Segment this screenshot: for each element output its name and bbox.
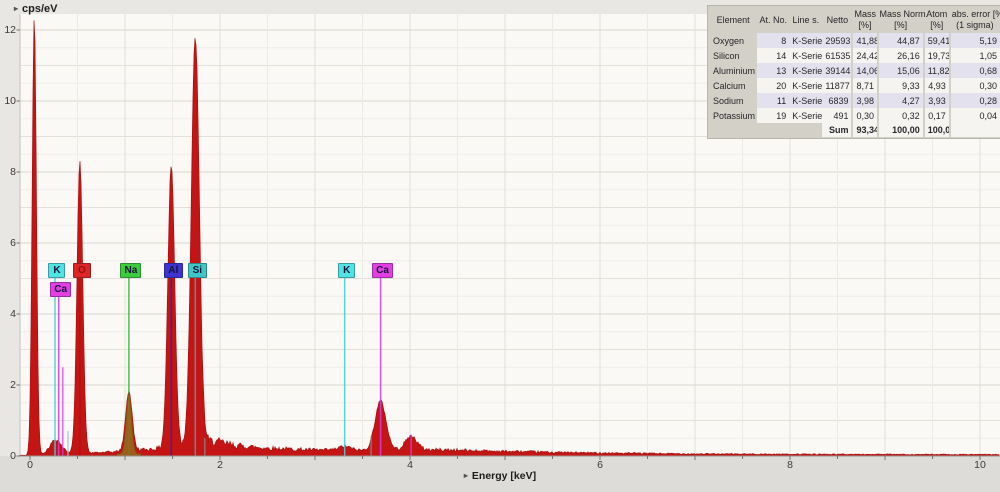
value-cell: 14 [757, 48, 789, 63]
value-cell: 19,73 [924, 48, 950, 63]
column-header: Netto [822, 7, 852, 33]
y-axis-title: ▸ cps/eV [14, 3, 57, 15]
y-tick-label: 4 [0, 308, 16, 320]
value-cell: K-Serie [789, 78, 822, 93]
value-cell: 9,33 [878, 78, 924, 93]
value-cell: 41,88 [852, 33, 877, 48]
quantification-table: ElementAt. No.Line s.NettoMass[%]Mass No… [707, 5, 1000, 139]
element-name-cell: Silicon [709, 48, 757, 63]
value-cell: 3,93 [924, 93, 950, 108]
element-name-cell: Aluminium [709, 63, 757, 78]
axis-arrow-icon: ▸ [14, 4, 18, 13]
element-name-cell: Calcium [709, 78, 757, 93]
x-axis-title-text: Energy [keV] [472, 470, 536, 482]
element-label-Potassium[interactable]: K [48, 263, 65, 278]
element-label-Silicon[interactable]: Si [188, 263, 207, 278]
value-cell: 11,82 [924, 63, 950, 78]
value-cell: 0,32 [878, 108, 924, 123]
eds-spectrum-window: 121086420 0246810 ▸cps/eV ▸Energy [keV] … [0, 0, 1000, 492]
element-name-cell: Sodium [709, 93, 757, 108]
value-cell: 14,06 [852, 63, 877, 78]
column-header: abs. error [%](1 sigma) [950, 7, 1000, 33]
element-label-Calcium[interactable]: Ca [372, 263, 393, 278]
value-cell: 59,41 [924, 33, 950, 48]
sum-value-cell: 100,00 [878, 123, 924, 137]
value-cell: 39144 [822, 63, 852, 78]
value-cell: 0,30 [852, 108, 877, 123]
table-row: Sodium11K-Serie68393,984,273,930,28 [709, 93, 1000, 108]
value-cell: K-Serie [789, 33, 822, 48]
value-cell: 0,68 [950, 63, 1000, 78]
element-label-Potassium[interactable]: K [338, 263, 355, 278]
value-cell: K-Serie [789, 93, 822, 108]
value-cell: 4,93 [924, 78, 950, 93]
value-cell: K-Serie [789, 48, 822, 63]
value-cell: 0,04 [950, 108, 1000, 123]
sum-value-cell [950, 123, 1000, 137]
value-cell: 1,05 [950, 48, 1000, 63]
element-name-cell: Potassium [709, 108, 757, 123]
value-cell: 5,19 [950, 33, 1000, 48]
value-cell: K-Serie [789, 108, 822, 123]
element-label-Oxygen[interactable]: O [73, 263, 91, 278]
sum-value-cell [709, 123, 757, 137]
value-cell: K-Serie [789, 63, 822, 78]
column-header: Atom[%] [924, 7, 950, 33]
value-cell: 3,98 [852, 93, 877, 108]
sum-value-cell: 100,00 [924, 123, 950, 137]
table-row: Aluminium13K-Serie3914414,0615,0611,820,… [709, 63, 1000, 78]
value-cell: 8,71 [852, 78, 877, 93]
column-header: Line s. [789, 7, 822, 33]
element-label-Sodium[interactable]: Na [120, 263, 141, 278]
column-header: Mass[%] [852, 7, 877, 33]
y-tick-label: 0 [0, 450, 16, 462]
y-axis-title-text: cps/eV [22, 3, 57, 15]
axis-arrow-icon: ▸ [464, 471, 468, 480]
value-cell: 13 [757, 63, 789, 78]
x-axis-title: ▸ Energy [keV] [0, 470, 1000, 482]
column-header: Element [709, 7, 757, 33]
y-tick-label: 6 [0, 237, 16, 249]
element-label-Aluminium[interactable]: Al [164, 263, 183, 278]
table-header-row: ElementAt. No.Line s.NettoMass[%]Mass No… [709, 7, 1000, 33]
value-cell: 11877 [822, 78, 852, 93]
table-row: Potassium19K-Serie4910,300,320,170,04 [709, 108, 1000, 123]
value-cell: 61535 [822, 48, 852, 63]
sum-value-cell [757, 123, 789, 137]
value-cell: 6839 [822, 93, 852, 108]
column-header: Mass Norm.[%] [878, 7, 924, 33]
column-header: At. No. [757, 7, 789, 33]
value-cell: 0,28 [950, 93, 1000, 108]
value-cell: 20 [757, 78, 789, 93]
value-cell: 0,17 [924, 108, 950, 123]
sum-label-cell: Sum [822, 123, 852, 137]
value-cell: 26,16 [878, 48, 924, 63]
value-cell: 8 [757, 33, 789, 48]
table-row: Silicon14K-Serie6153524,4226,1619,731,05 [709, 48, 1000, 63]
value-cell: 491 [822, 108, 852, 123]
table-row: Oxygen8K-Serie2959341,8844,8759,415,19 [709, 33, 1000, 48]
element-name-cell: Oxygen [709, 33, 757, 48]
value-cell: 19 [757, 108, 789, 123]
sum-value-cell: 93,34 [852, 123, 877, 137]
y-tick-label: 8 [0, 166, 16, 178]
value-cell: 44,87 [878, 33, 924, 48]
value-cell: 29593 [822, 33, 852, 48]
sum-value-cell [789, 123, 822, 137]
y-tick-label: 12 [0, 24, 16, 36]
value-cell: 11 [757, 93, 789, 108]
value-cell: 15,06 [878, 63, 924, 78]
element-label-Calcium[interactable]: Ca [50, 282, 71, 297]
table-sum-row: Sum93,34100,00100,00 [709, 123, 1000, 137]
table-row: Calcium20K-Serie118778,719,334,930,30 [709, 78, 1000, 93]
value-cell: 4,27 [878, 93, 924, 108]
value-cell: 0,30 [950, 78, 1000, 93]
y-tick-label: 10 [0, 95, 16, 107]
y-tick-label: 2 [0, 379, 16, 391]
value-cell: 24,42 [852, 48, 877, 63]
